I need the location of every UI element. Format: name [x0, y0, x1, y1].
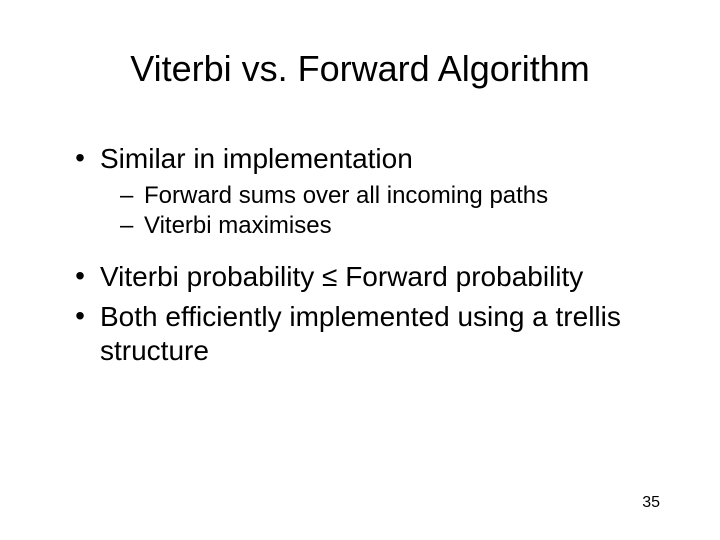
bullet-marker: • — [60, 260, 100, 292]
bullet-text: Both efficiently implemented using a tre… — [100, 300, 660, 368]
spacer — [60, 242, 660, 260]
slide-container: Viterbi vs. Forward Algorithm • Similar … — [0, 0, 720, 540]
sub-bullet-item: – Viterbi maximises — [60, 212, 660, 240]
bullet-item: • Both efficiently implemented using a t… — [60, 300, 660, 368]
bullet-item: • Viterbi probability ≤ Forward probabil… — [60, 260, 660, 294]
bullet-marker: • — [60, 142, 100, 174]
sub-bullet-marker: – — [120, 212, 144, 240]
bullet-text: Similar in implementation — [100, 142, 660, 176]
sub-bullet-text: Forward sums over all incoming paths — [144, 182, 660, 210]
slide-title: Viterbi vs. Forward Algorithm — [60, 48, 660, 90]
page-number: 35 — [642, 494, 660, 512]
sub-bullet-text: Viterbi maximises — [144, 212, 660, 240]
bullet-marker: • — [60, 300, 100, 332]
sub-bullet-marker: – — [120, 182, 144, 210]
sub-bullet-item: – Forward sums over all incoming paths — [60, 182, 660, 210]
bullet-item: • Similar in implementation — [60, 142, 660, 176]
slide-body: • Similar in implementation – Forward su… — [60, 142, 660, 368]
bullet-text: Viterbi probability ≤ Forward probabilit… — [100, 260, 660, 294]
